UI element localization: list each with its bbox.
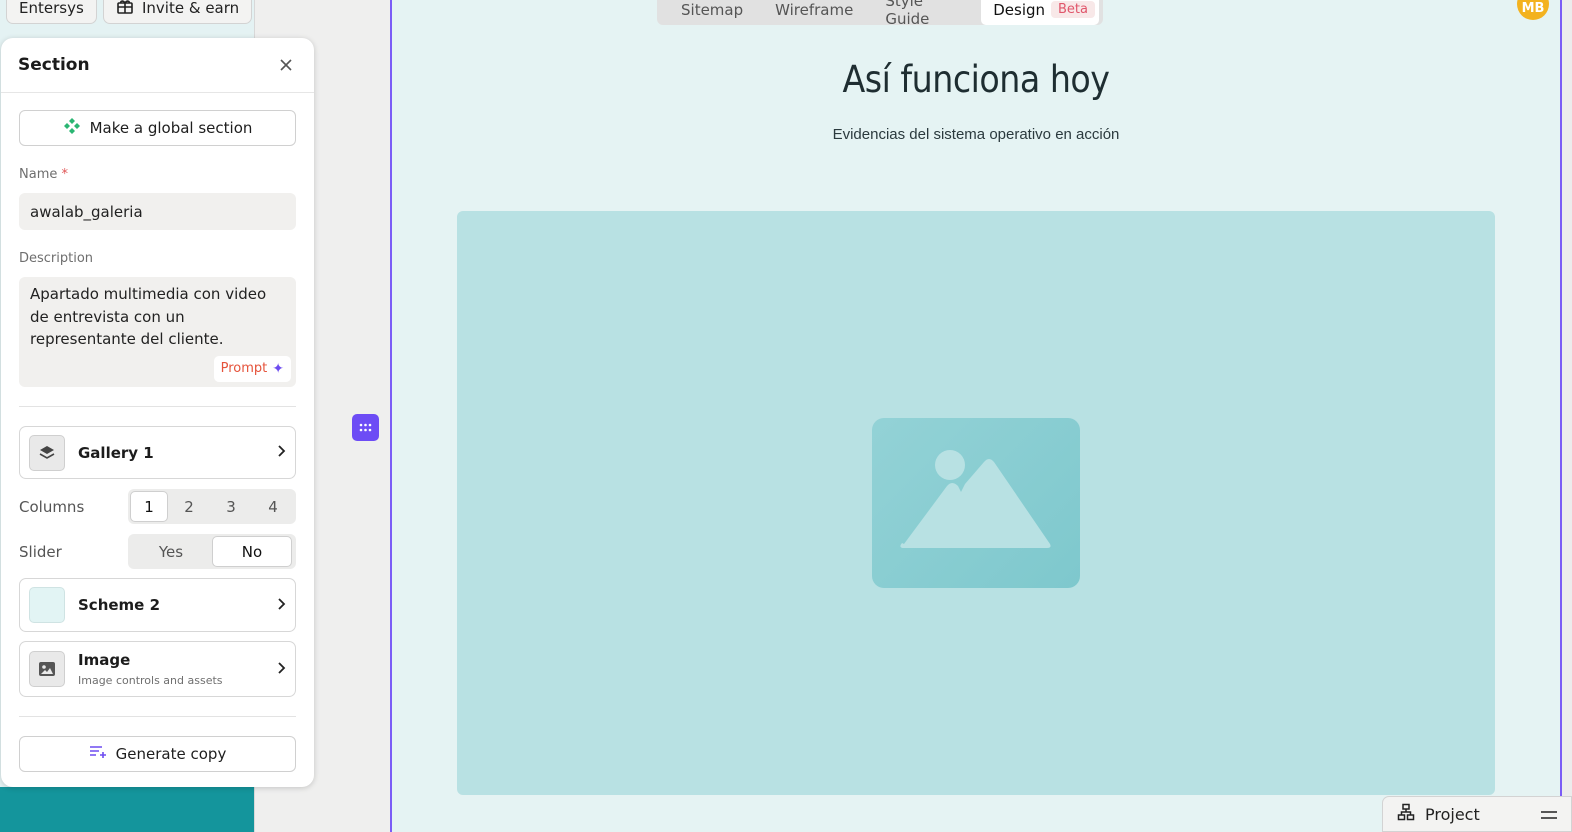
description-field[interactable]: Apartado multimedia con video de entrevi…: [19, 277, 296, 387]
tab-wireframe[interactable]: Wireframe: [775, 0, 853, 25]
section-subheading[interactable]: Evidencias del sistema operativo en acci…: [457, 126, 1495, 143]
layers-icon: [29, 434, 65, 471]
gift-icon: [116, 0, 134, 19]
columns-option-4[interactable]: 4: [252, 491, 294, 522]
name-label: Name *: [19, 167, 296, 184]
columns-option-1[interactable]: 1: [130, 491, 168, 522]
generate-copy-label: Generate copy: [115, 745, 227, 763]
columns-control: Columns 1 2 3 4: [19, 489, 296, 524]
image-row-subtitle: Image controls and assets: [78, 674, 223, 687]
name-label-text: Name: [19, 167, 58, 182]
required-mark: *: [61, 167, 69, 182]
tab-wireframe-label: Wireframe: [775, 0, 854, 19]
prompt-label: Prompt: [220, 360, 268, 376]
columns-option-2[interactable]: 2: [168, 491, 210, 522]
section-heading[interactable]: Así funciona hoy: [457, 58, 1495, 101]
teal-strip: [0, 787, 254, 832]
workspace-label: Entersys: [19, 0, 84, 17]
project-label: Project: [1425, 804, 1480, 824]
tab-style-guide-label: Style Guide: [885, 0, 930, 28]
component-icon: [63, 117, 81, 139]
name-field[interactable]: awalab_galeria: [19, 193, 296, 230]
invite-button[interactable]: Invite & earn: [103, 0, 253, 24]
divider: [19, 406, 296, 407]
chevron-right-icon: [276, 596, 286, 615]
columns-label: Columns: [19, 497, 85, 516]
image-placeholder-icon: [872, 418, 1080, 588]
scheme-swatch: [29, 587, 65, 623]
menu-icon: [1541, 805, 1557, 824]
gallery-row-label: Gallery 1: [78, 443, 154, 462]
gallery-row[interactable]: Gallery 1: [19, 426, 296, 479]
tab-sitemap[interactable]: Sitemap: [681, 0, 743, 25]
chevron-right-icon: [276, 443, 286, 462]
slider-control: Slider Yes No: [19, 534, 296, 569]
description-value: Apartado multimedia con video de entrevi…: [30, 285, 267, 348]
sparkle-icon: ✦: [272, 360, 284, 377]
beta-badge: Beta: [1051, 1, 1095, 18]
chevron-right-icon: [276, 660, 286, 679]
project-button[interactable]: Project: [1382, 796, 1572, 832]
slider-option-yes[interactable]: Yes: [130, 536, 212, 567]
section-drag-handle[interactable]: [352, 414, 379, 441]
tab-style-guide[interactable]: Style Guide: [885, 0, 963, 28]
gallery-image-placeholder[interactable]: [457, 211, 1495, 795]
image-row[interactable]: Image Image controls and assets: [19, 641, 296, 697]
slider-label: Slider: [19, 542, 62, 561]
canvas-edge: [1560, 0, 1562, 832]
tab-design[interactable]: Design Beta: [981, 0, 1099, 25]
generate-text-icon: [89, 744, 107, 764]
description-label: Description: [19, 251, 94, 266]
image-row-title: Image: [78, 651, 131, 669]
image-icon: [29, 651, 65, 687]
close-icon[interactable]: [276, 55, 296, 75]
name-value: awalab_galeria: [30, 202, 143, 221]
image-row-text: Image Image controls and assets: [78, 651, 263, 687]
columns-segmented: 1 2 3 4: [128, 489, 296, 524]
make-global-section-button[interactable]: Make a global section: [19, 110, 296, 146]
panel-header: Section: [1, 38, 314, 93]
view-tabs: Sitemap Wireframe Style Guide Design Bet…: [657, 0, 1103, 28]
scheme-row[interactable]: Scheme 2: [19, 578, 296, 632]
tab-design-label: Design: [993, 0, 1046, 19]
sitemap-icon: [1397, 803, 1415, 825]
scheme-row-label: Scheme 2: [78, 596, 161, 614]
panel-title: Section: [18, 55, 90, 75]
make-global-label: Make a global section: [89, 119, 253, 137]
slider-option-no[interactable]: No: [212, 536, 292, 567]
divider: [19, 716, 296, 717]
prompt-button[interactable]: Prompt ✦: [213, 356, 291, 382]
invite-label: Invite & earn: [142, 0, 240, 17]
tab-sitemap-label: Sitemap: [681, 0, 744, 19]
slider-segmented: Yes No: [128, 534, 296, 569]
workspace-chip[interactable]: Entersys: [6, 0, 97, 24]
columns-option-3[interactable]: 3: [210, 491, 252, 522]
grip-icon: [359, 423, 372, 432]
section-panel: Section Make a global section Name * awa…: [1, 38, 314, 787]
generate-copy-button[interactable]: Generate copy: [19, 736, 296, 772]
